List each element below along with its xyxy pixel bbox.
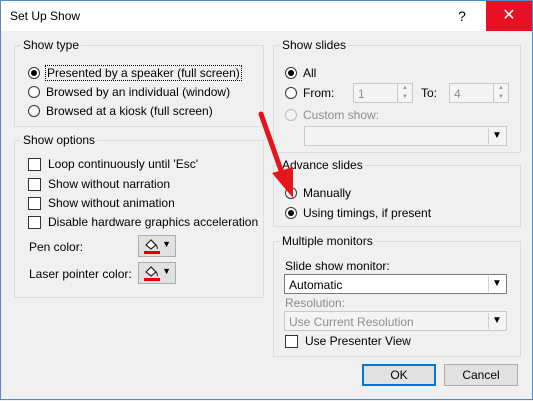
radio-label: Presented by a speaker (full screen) xyxy=(45,65,242,81)
checkbox-loop-continuously[interactable]: Loop continuously until 'Esc' xyxy=(28,157,198,171)
checkbox-box[interactable] xyxy=(285,334,298,348)
to-spinner[interactable]: 4 ▲ ▼ xyxy=(449,83,509,103)
chevron-down-icon[interactable]: ▼ xyxy=(488,276,505,292)
resolution-select[interactable]: Use Current Resolution ▼ xyxy=(284,311,507,331)
paint-bucket-icon xyxy=(144,239,160,254)
checkbox-disable-hardware-acceleration[interactable]: Disable hardware graphics acceleration xyxy=(28,215,258,229)
checkbox-show-without-animation[interactable]: Show without animation xyxy=(28,196,175,210)
radio-indicator[interactable] xyxy=(28,105,40,117)
radio-label: Using timings, if present xyxy=(303,206,432,220)
checkbox-label: Use Presenter View xyxy=(305,334,411,348)
spin-up-icon[interactable]: ▲ xyxy=(494,84,508,93)
radio-custom-show[interactable]: Custom show: xyxy=(285,108,379,122)
radio-from-slide[interactable]: From: xyxy=(285,86,334,100)
radio-label: Manually xyxy=(303,186,352,200)
checkbox-box[interactable] xyxy=(28,177,41,191)
show-slides-legend: Show slides xyxy=(280,38,349,52)
window-title: Set Up Show xyxy=(10,9,81,23)
laser-pointer-color-label: Laser pointer color: xyxy=(29,267,132,281)
show-type-legend: Show type xyxy=(21,38,82,52)
radio-browsed-by-individual[interactable]: Browsed by an individual (window) xyxy=(28,85,230,99)
radio-label: From: xyxy=(303,86,335,100)
checkbox-use-presenter-view[interactable]: Use Presenter View xyxy=(285,334,411,348)
title-bar: Set Up Show ? ✕ xyxy=(1,1,532,31)
slide-show-monitor-select[interactable]: Automatic ▼ xyxy=(284,274,507,294)
ok-button[interactable]: OK xyxy=(362,364,436,386)
set-up-show-dialog: Set Up Show ? ✕ Show type Presented by a… xyxy=(0,0,533,400)
from-value: 1 xyxy=(358,87,365,101)
checkbox-label: Show without animation xyxy=(48,196,175,210)
radio-indicator[interactable] xyxy=(28,86,40,98)
multiple-monitors-legend: Multiple monitors xyxy=(280,234,375,248)
resolution-label: Resolution: xyxy=(285,296,346,310)
radio-presented-by-speaker[interactable]: Presented by a speaker (full screen) xyxy=(28,65,242,81)
checkbox-show-without-narration[interactable]: Show without narration xyxy=(28,177,170,191)
radio-indicator[interactable] xyxy=(285,67,297,79)
spin-up-icon[interactable]: ▲ xyxy=(398,84,412,93)
radio-indicator[interactable] xyxy=(28,67,40,79)
radio-indicator[interactable] xyxy=(285,87,297,99)
radio-label: Browsed by an individual (window) xyxy=(46,85,231,99)
radio-indicator[interactable] xyxy=(285,109,297,121)
checkbox-box[interactable] xyxy=(28,196,41,210)
laser-pointer-color-button[interactable]: ▼ xyxy=(138,262,176,284)
to-label: To: xyxy=(421,86,438,100)
laser-color-swatch xyxy=(144,278,160,281)
dropdown-arrow-icon: ▼ xyxy=(162,239,171,249)
checkbox-box[interactable] xyxy=(28,215,41,229)
custom-show-select[interactable]: ▼ xyxy=(304,126,507,146)
help-button[interactable]: ? xyxy=(439,1,485,31)
advance-slides-legend: Advance slides xyxy=(280,158,365,172)
radio-label: Browsed at a kiosk (full screen) xyxy=(46,104,213,118)
to-value: 4 xyxy=(454,87,461,101)
radio-label: All xyxy=(303,66,317,80)
chevron-down-icon[interactable]: ▼ xyxy=(488,128,505,144)
radio-all-slides[interactable]: All xyxy=(285,66,316,80)
resolution-value: Use Current Resolution xyxy=(289,315,414,329)
dropdown-arrow-icon: ▼ xyxy=(162,266,171,276)
paint-bucket-icon xyxy=(144,266,160,281)
checkbox-label: Loop continuously until 'Esc' xyxy=(48,157,199,171)
pen-color-swatch xyxy=(144,251,160,254)
spin-down-icon[interactable]: ▼ xyxy=(494,93,508,102)
slide-show-monitor-label: Slide show monitor: xyxy=(285,259,390,273)
checkbox-box[interactable] xyxy=(28,157,41,171)
radio-using-timings[interactable]: Using timings, if present xyxy=(285,206,431,220)
from-spinner[interactable]: 1 ▲ ▼ xyxy=(353,83,413,103)
cancel-button[interactable]: Cancel xyxy=(444,364,518,386)
close-button[interactable]: ✕ xyxy=(486,1,532,31)
radio-manually[interactable]: Manually xyxy=(285,186,351,200)
checkbox-label: Show without narration xyxy=(48,177,171,191)
checkbox-label: Disable hardware graphics acceleration xyxy=(48,215,259,229)
radio-indicator[interactable] xyxy=(285,207,297,219)
pen-color-label: Pen color: xyxy=(29,240,84,254)
radio-indicator[interactable] xyxy=(285,187,297,199)
radio-label: Custom show: xyxy=(303,108,380,122)
pen-color-button[interactable]: ▼ xyxy=(138,235,176,257)
spin-down-icon[interactable]: ▼ xyxy=(398,93,412,102)
show-options-legend: Show options xyxy=(21,133,98,147)
chevron-down-icon[interactable]: ▼ xyxy=(488,313,505,329)
spin-buttons[interactable]: ▲ ▼ xyxy=(397,84,412,102)
spin-buttons[interactable]: ▲ ▼ xyxy=(493,84,508,102)
radio-browsed-at-kiosk[interactable]: Browsed at a kiosk (full screen) xyxy=(28,104,213,118)
monitor-value: Automatic xyxy=(289,278,343,292)
